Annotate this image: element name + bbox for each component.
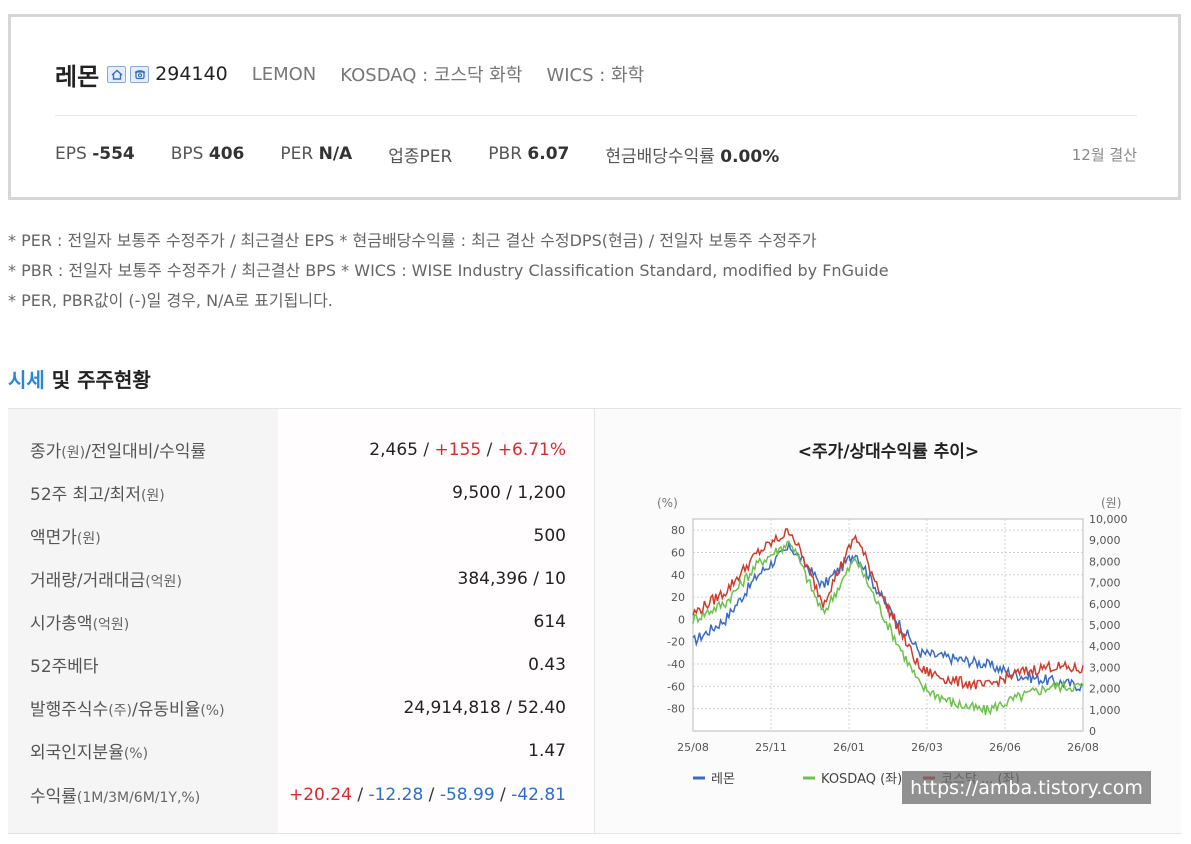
- pbr-label: PBR: [488, 144, 523, 164]
- y-tick-label-right: 7,000: [1089, 577, 1121, 590]
- legend-label: KOSDAQ (좌): [821, 772, 902, 787]
- bps-label: BPS: [170, 144, 204, 164]
- y-tick-label-left: -40: [667, 658, 685, 671]
- chart-title: <주가/상대수익률 추이>: [797, 442, 980, 462]
- settlement-month: 12월 결산: [1071, 145, 1137, 164]
- english-name: LEMON: [251, 63, 317, 85]
- table-row: 종가(원)/전일대비/수익률 2,465 / +155 / +6.71%: [8, 428, 594, 471]
- section-title-highlight: 시세: [8, 368, 45, 392]
- chart-panel: <주가/상대수익률 추이> 80 60 40 20 0 -20 -40 -60 -80 10,00…: [594, 409, 1181, 833]
- footnote-line: * PER, PBR값이 (-)일 경우, N/A로 표기됩니다.: [8, 291, 333, 310]
- y-tick-label-right: 3,000: [1089, 661, 1121, 674]
- company-name-row: 레몬 294140 LEMON KOSDAQ : 코스닥 화학 WICS : 화…: [55, 59, 668, 91]
- row-label: 발행주식수(주)/유동비율(%): [30, 700, 225, 720]
- footnote-line: * PBR : 전일자 보통주 수정주가 / 최근결산 BPS * WICS :…: [8, 261, 889, 280]
- per-label: PER: [280, 144, 314, 164]
- y-tick-label-right: 9,000: [1089, 534, 1121, 547]
- left-axis-unit: (%): [657, 496, 678, 510]
- x-tick-label: 25/11: [755, 741, 787, 754]
- phone-icon[interactable]: [130, 65, 150, 83]
- pbr-metric: PBR 6.07: [488, 144, 569, 164]
- high-low-52w-value: 9,500 / 1,200: [452, 482, 566, 503]
- pbr-value: 6.07: [527, 144, 570, 164]
- footnote-line: * PER : 전일자 보통주 수정주가 / 최근결산 EPS * 현금배당수익…: [8, 231, 817, 250]
- volume-value: 384,396 / 10: [457, 568, 566, 589]
- bps-value: 406: [208, 144, 245, 164]
- row-label: 종가(원)/전일대비/수익률: [30, 442, 207, 462]
- y-tick-label-left: -80: [667, 703, 685, 716]
- right-axis-unit: (원): [1101, 496, 1121, 510]
- row-label: 시가총액(억원): [30, 614, 130, 634]
- footnotes: * PER : 전일자 보통주 수정주가 / 최근결산 EPS * 현금배당수익…: [8, 226, 889, 316]
- beta-value: 0.43: [528, 654, 566, 675]
- shares-value: 24,914,818 / 52.40: [403, 697, 566, 718]
- row-label: 거래량/거래대금(억원): [30, 571, 182, 591]
- industry-per-metric: 업종PER: [388, 142, 452, 167]
- bps-metric: BPS 406: [171, 144, 245, 164]
- table-row: 수익률(1M/3M/6M/1Y,%) +20.24 / -12.28 / -58…: [8, 773, 594, 816]
- x-tick-label: 26/03: [911, 741, 943, 754]
- watermark: https://amba.tistory.com: [902, 771, 1151, 804]
- row-label: 외국인지분율(%): [30, 743, 149, 763]
- y-tick-label-right: 6,000: [1089, 598, 1121, 611]
- x-tick-label: 26/01: [833, 741, 865, 754]
- wics-info: WICS : 화학: [546, 65, 645, 86]
- table-row: 발행주식수(주)/유동비율(%) 24,914,818 / 52.40: [8, 686, 594, 729]
- x-tick-label: 26/08: [1067, 741, 1099, 754]
- x-tick-label: 25/08: [677, 741, 709, 754]
- dividend-label: 현금배당수익률: [605, 146, 715, 167]
- y-tick-label-left: 80: [671, 524, 685, 537]
- close-price-value: 2,465 / +155 / +6.71%: [369, 439, 566, 460]
- price-chart: 80 60 40 20 0 -20 -40 -60 -80 10,000 9,000 8,000 7,0…: [657, 496, 1128, 787]
- table-row: 52주베타 0.43: [8, 643, 594, 686]
- divider: [55, 115, 1137, 116]
- row-label: 52주베타: [30, 657, 99, 677]
- legend-label: 레몬: [711, 772, 735, 787]
- metric-row: EPS -554 BPS 406 PER N/A 업종PER PBR 6.07 …: [55, 139, 1137, 169]
- per-metric: PER N/A: [280, 144, 352, 164]
- industry-per-label: 업종PER: [388, 146, 453, 167]
- company-summary-box: 레몬 294140 LEMON KOSDAQ : 코스닥 화학 WICS : 화…: [8, 14, 1181, 200]
- company-name: 레몬: [55, 62, 100, 91]
- y-tick-label-right: 0: [1089, 725, 1096, 738]
- y-tick-label-right: 4,000: [1089, 640, 1121, 653]
- eps-label: EPS: [55, 144, 87, 164]
- y-tick-label-left: -20: [667, 636, 685, 649]
- per-value: N/A: [318, 144, 353, 164]
- home-icon[interactable]: [107, 65, 127, 83]
- y-tick-label-right: 1,000: [1089, 704, 1121, 717]
- y-tick-label-left: -60: [667, 680, 685, 693]
- table-row: 거래량/거래대금(억원) 384,396 / 10: [8, 557, 594, 600]
- y-tick-label-left: 0: [678, 613, 685, 626]
- y-tick-label-left: 20: [671, 591, 685, 604]
- table-row: 외국인지분율(%) 1.47: [8, 729, 594, 772]
- face-value-value: 500: [533, 525, 566, 546]
- y-tick-label-left: 40: [671, 569, 685, 582]
- returns-value: +20.24 / -12.28 / -58.99 / -42.81: [289, 784, 566, 805]
- row-label: 수익률(1M/3M/6M/1Y,%): [30, 787, 201, 807]
- table-row: 52주 최고/최저(원) 9,500 / 1,200: [8, 471, 594, 514]
- section-title-rest: 및 주주현황: [44, 368, 151, 392]
- y-tick-label-right: 5,000: [1089, 619, 1121, 632]
- x-tick-label: 26/06: [989, 741, 1021, 754]
- market-info: KOSDAQ : 코스닥 화학: [340, 65, 523, 86]
- plot-area: [692, 518, 1084, 732]
- dividend-value: 0.00%: [720, 146, 780, 167]
- row-label: 액면가(원): [30, 528, 101, 548]
- stock-code: 294140: [155, 63, 228, 85]
- table-row: 시가총액(억원) 614: [8, 600, 594, 643]
- dividend-metric: 현금배당수익률 0.00%: [605, 142, 779, 167]
- row-label: 52주 최고/최저(원): [30, 485, 165, 505]
- y-tick-label-right: 8,000: [1089, 555, 1121, 568]
- y-tick-label-right: 10,000: [1089, 513, 1128, 526]
- eps-metric: EPS -554: [55, 144, 135, 164]
- foreign-ratio-value: 1.47: [528, 740, 566, 761]
- y-tick-label-right: 2,000: [1089, 683, 1121, 696]
- eps-value: -554: [92, 144, 135, 164]
- y-tick-label-left: 60: [671, 546, 685, 559]
- table-row: 액면가(원) 500: [8, 514, 594, 557]
- section-title: 시세 및 주주현황: [8, 364, 151, 393]
- market-cap-value: 614: [533, 611, 566, 632]
